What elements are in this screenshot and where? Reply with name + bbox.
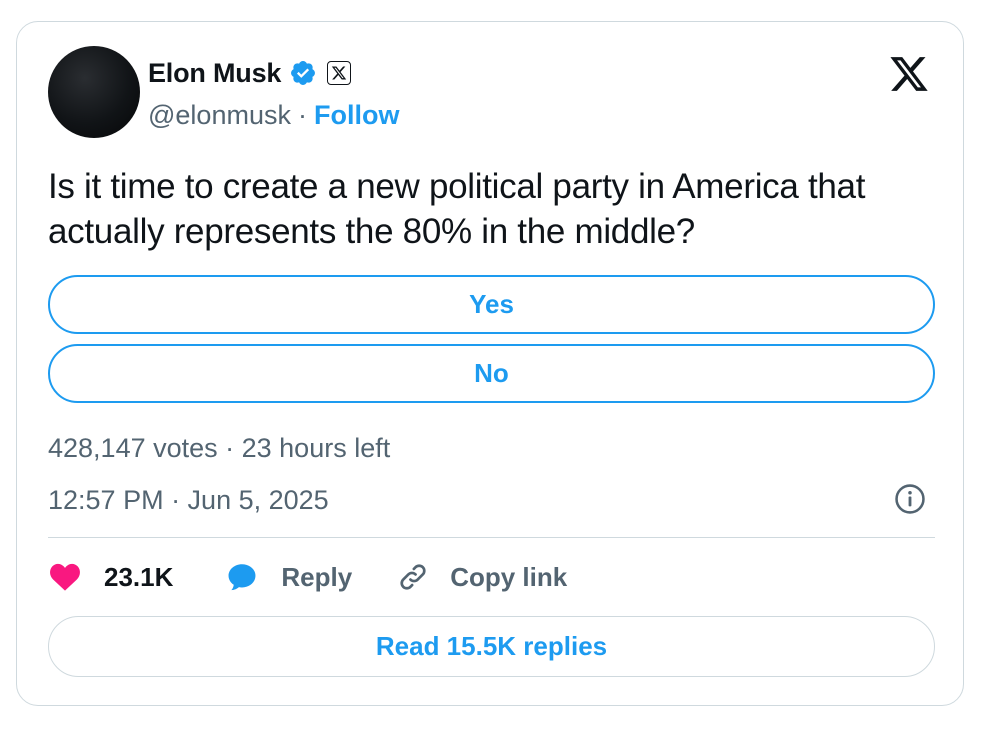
x-affiliation-icon[interactable]	[327, 61, 352, 85]
info-icon[interactable]	[893, 482, 927, 516]
copy-link-label: Copy link	[450, 561, 568, 592]
author-handle-row: @elonmusk · Follow	[148, 98, 399, 132]
tweet-text: Is it time to create a new political par…	[48, 167, 866, 251]
link-icon	[396, 560, 430, 594]
author-display-name[interactable]: Elon Musk	[148, 58, 281, 89]
author-name-row: Elon Musk	[148, 55, 352, 91]
copy-link-button[interactable]: Copy link	[396, 560, 567, 594]
embedded-tweet-card: Elon Musk @elonmusk · Follow Is it time …	[16, 21, 964, 706]
poll-option-no[interactable]: No	[48, 344, 935, 403]
x-logo-icon[interactable]	[888, 55, 930, 93]
like-button[interactable]: 23.1K	[48, 561, 173, 593]
reply-label: Reply	[281, 561, 353, 592]
read-replies-button[interactable]: Read 15.5K replies	[48, 616, 935, 677]
reply-bubble-icon	[225, 560, 259, 594]
like-count: 23.1K	[104, 561, 174, 592]
reply-button[interactable]: Reply	[225, 560, 352, 594]
divider	[48, 537, 935, 538]
follow-button[interactable]: Follow	[314, 100, 399, 131]
heart-icon	[48, 561, 82, 593]
author-handle[interactable]: @elonmusk	[148, 100, 291, 131]
separator-dot: ·	[297, 99, 307, 130]
avatar[interactable]	[48, 46, 140, 138]
poll-meta: 428,147 votes · 23 hours left	[48, 432, 391, 463]
action-bar: 23.1K Reply Copy link	[48, 557, 567, 597]
tweet-timestamp[interactable]: 12:57 PM · Jun 5, 2025	[48, 482, 329, 518]
poll-option-yes[interactable]: Yes	[48, 275, 935, 334]
verified-badge-icon	[289, 59, 317, 87]
